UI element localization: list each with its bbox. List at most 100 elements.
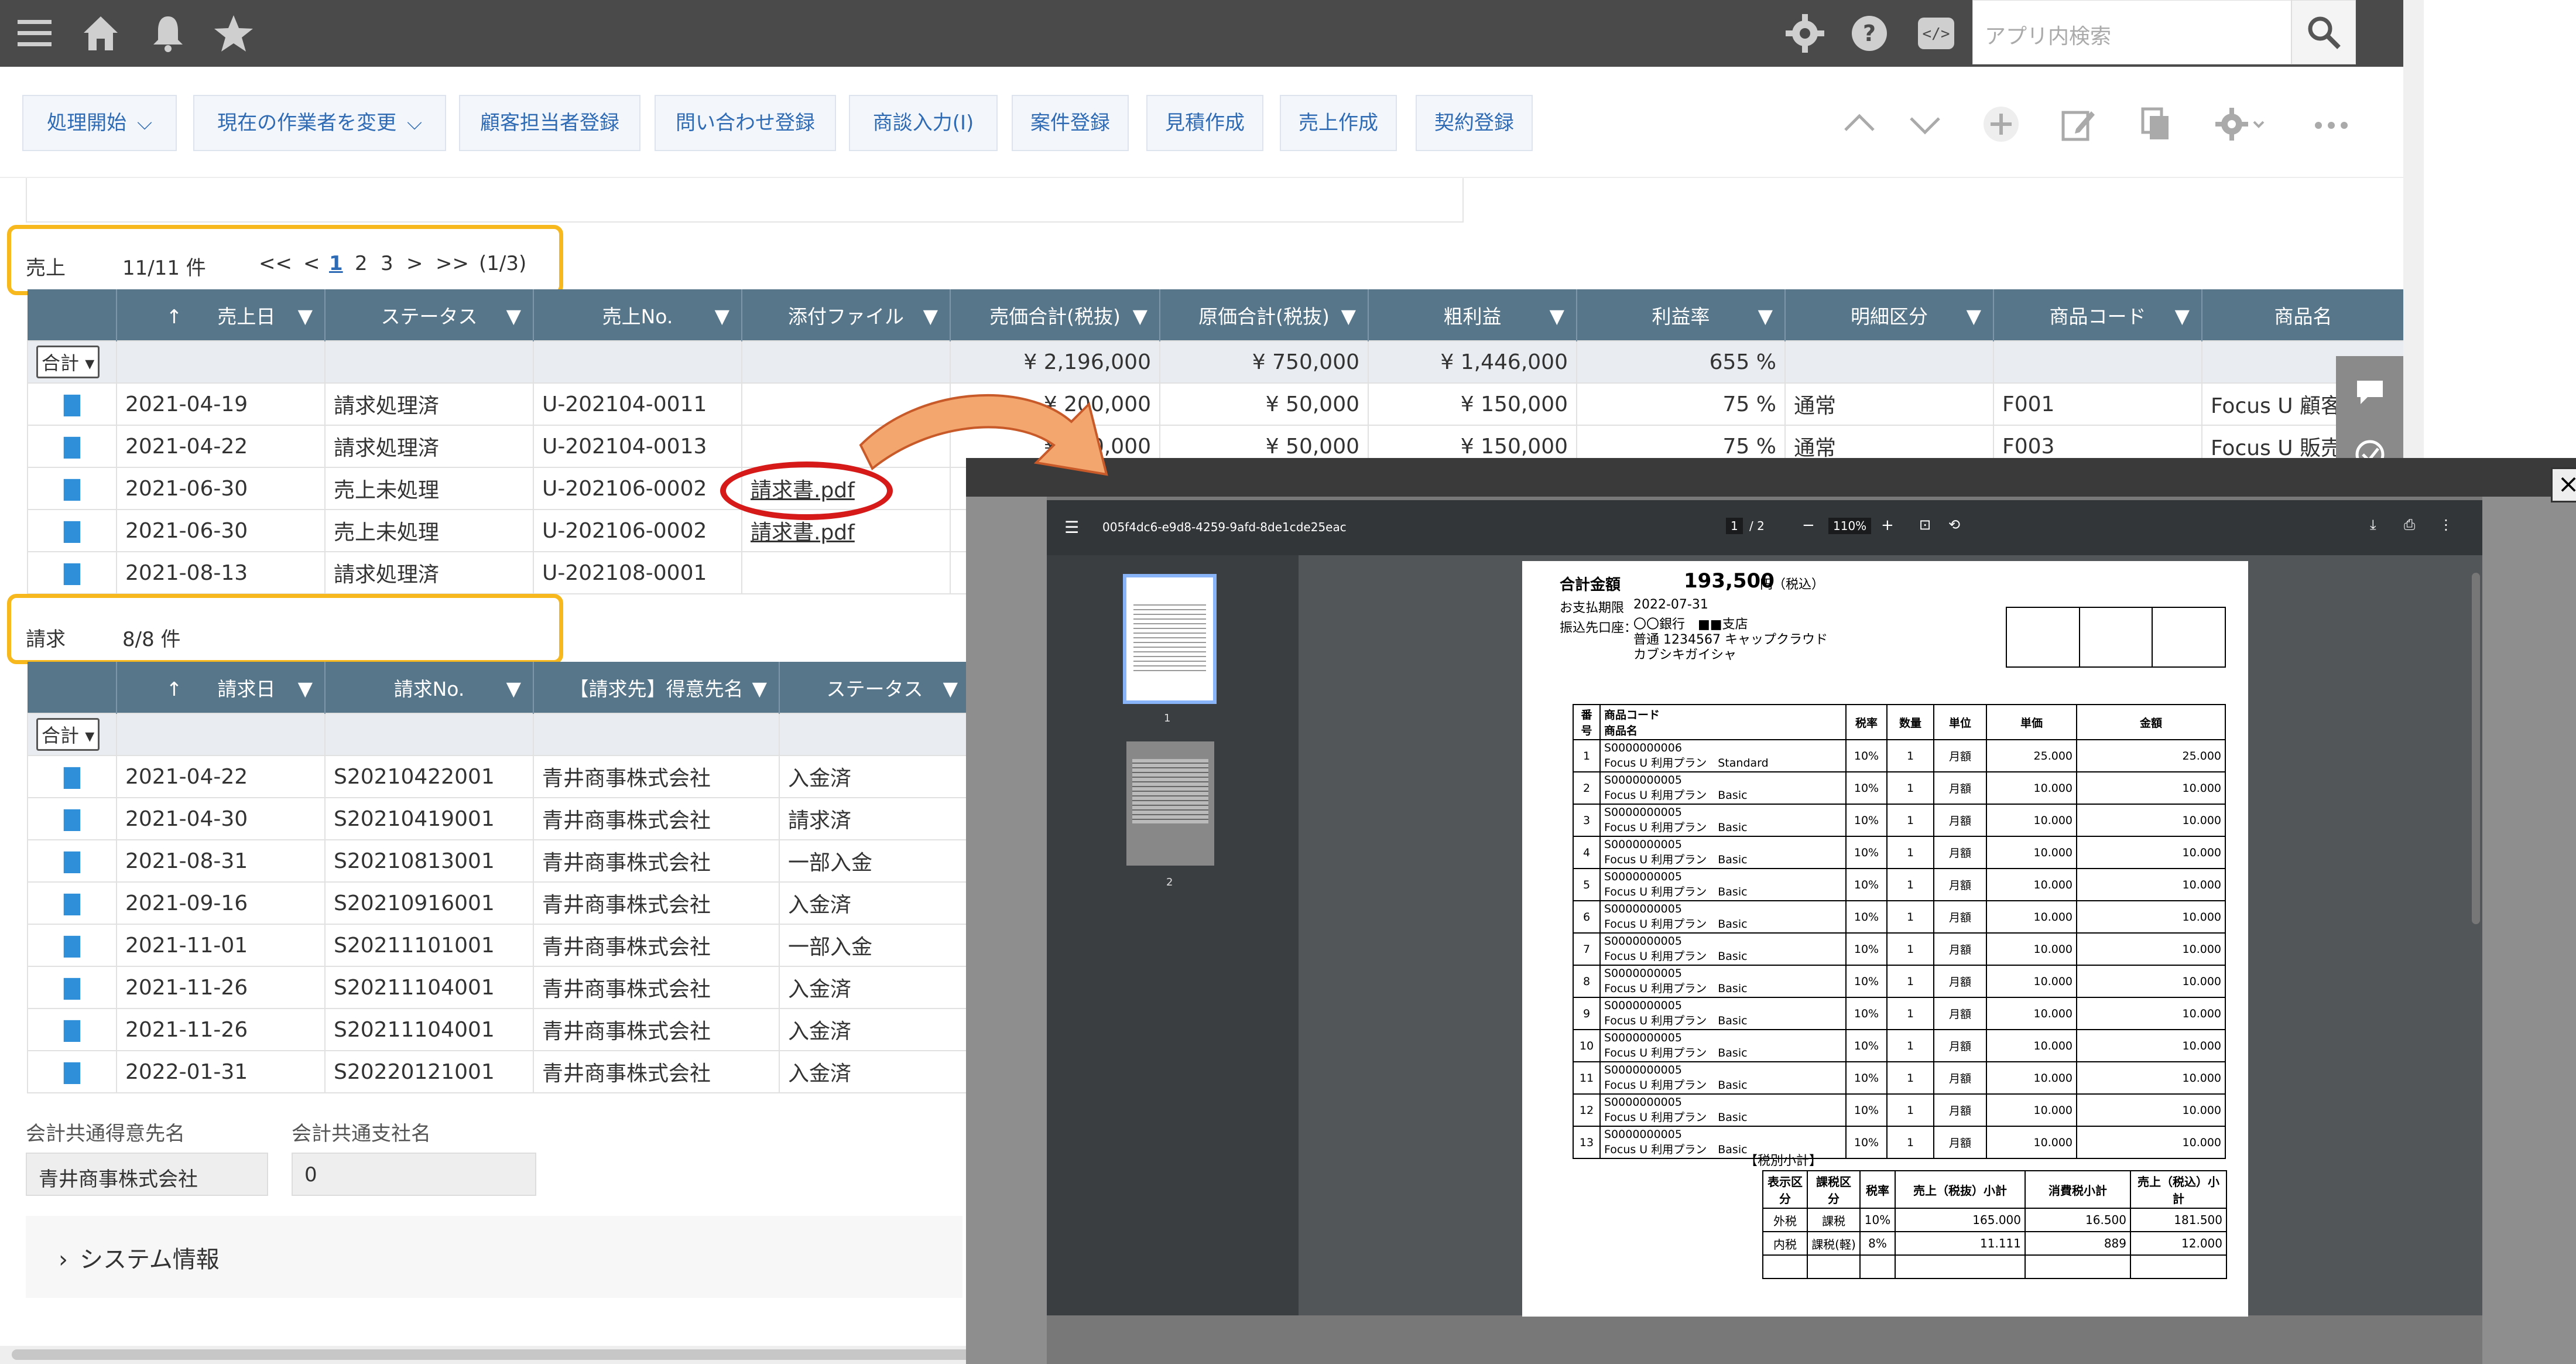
col-sales-date[interactable]: ↑ 売上日 ▼: [117, 289, 326, 341]
filter-icon[interactable]: ▼: [2175, 305, 2190, 327]
document-icon[interactable]: ▇: [27, 797, 117, 840]
gear-icon[interactable]: [1783, 12, 1827, 55]
register-inquiry-button[interactable]: 問い合わせ登録: [655, 95, 836, 151]
create-sales-button[interactable]: 売上作成: [1280, 95, 1397, 151]
col-price-total[interactable]: 売価合計(税抜) ▼: [950, 289, 1160, 341]
document-icon[interactable]: ▇: [27, 551, 117, 594]
table-row[interactable]: ▇ 2021-04-22 S20210422001 青井商事株式会社 入金済: [27, 755, 971, 798]
zoom-out-icon[interactable]: −: [1802, 517, 1815, 534]
edit-icon[interactable]: [2060, 105, 2097, 143]
filter-icon[interactable]: ▼: [1967, 305, 1981, 327]
col-customer[interactable]: 【請求先】得意先名 ▼: [533, 662, 780, 713]
document-icon[interactable]: ▇: [27, 966, 117, 1009]
document-icon[interactable]: ▇: [27, 509, 117, 552]
filter-icon[interactable]: ▼: [715, 305, 729, 327]
table-row[interactable]: ▇ 2021-04-19 請求処理済 U-202104-0011 ¥ 200,000…: [27, 382, 2403, 426]
col-attachment[interactable]: 添付ファイル ▼: [742, 289, 951, 341]
line-code: S0000000005: [1604, 1096, 1682, 1109]
bell-icon[interactable]: [146, 12, 190, 55]
line-amount: 10.000: [2076, 868, 2226, 901]
table-row[interactable]: ▇ 2021-11-26 S20211104001 青井商事株式会社 入金済: [27, 966, 971, 1009]
table-row[interactable]: ▇ 2021-04-30 S20210419001 青井商事株式会社 請求済: [27, 797, 971, 840]
create-estimate-button[interactable]: 見積作成: [1146, 95, 1263, 151]
rotate-icon[interactable]: ⟲: [1948, 517, 1960, 533]
customer-field-label: 会計共通得意先名: [26, 1122, 185, 1146]
line-code: S0000000005: [1604, 935, 1682, 948]
col-gross-profit[interactable]: 粗利益 ▼: [1368, 289, 1577, 341]
table-row[interactable]: ▇ 2021-11-01 S20211101001 青井商事株式会社 一部入金: [27, 924, 971, 967]
more-icon[interactable]: [2313, 105, 2350, 143]
settings-dropdown-icon[interactable]: [2214, 105, 2273, 143]
line-no: 7: [1573, 932, 1601, 966]
sum-select[interactable]: 合計 ▾: [36, 346, 100, 378]
col-status[interactable]: ステータス ▼: [325, 289, 534, 341]
sum-select[interactable]: 合計 ▾: [36, 718, 100, 751]
start-process-button[interactable]: 処理開始 ⌵: [22, 95, 177, 151]
copy-icon[interactable]: [2137, 105, 2174, 143]
filter-icon[interactable]: ▼: [298, 305, 313, 327]
col-profit-rate[interactable]: 利益率 ▼: [1577, 289, 1786, 341]
fit-page-icon[interactable]: ⊡: [1919, 517, 1931, 533]
table-row[interactable]: ▇ 2021-09-16 S20210916001 青井商事株式会社 入金済: [27, 881, 971, 925]
col-detail-type[interactable]: 明細区分 ▼: [1785, 289, 1994, 341]
table-row[interactable]: ▇ 2021-08-31 S20210813001 青井商事株式会社 一部入金: [27, 839, 971, 883]
more-options-icon[interactable]: ⋮: [2439, 517, 2453, 533]
document-icon[interactable]: ▇: [27, 382, 117, 426]
col-invoice-no[interactable]: 請求No. ▼: [325, 662, 534, 713]
help-icon[interactable]: ?: [1848, 12, 1891, 55]
col-product-name[interactable]: 商品名: [2202, 289, 2403, 341]
download-icon[interactable]: ⤓: [2370, 517, 2376, 533]
attachment-link[interactable]: 請求書.pdf: [751, 521, 855, 545]
col-sales-no[interactable]: 売上No. ▼: [533, 289, 742, 341]
enter-negotiation-button[interactable]: 商談入力(I): [849, 95, 998, 151]
pdf-thumbnail-2[interactable]: [1126, 741, 1214, 866]
document-icon[interactable]: ▇: [27, 881, 117, 925]
document-icon[interactable]: ▇: [27, 1050, 117, 1093]
document-icon[interactable]: ▇: [27, 924, 117, 967]
close-icon[interactable]: ×: [2551, 467, 2576, 502]
table-row[interactable]: ▇ 2022-01-31 S20220121001 青井商事株式会社 入金済: [27, 1050, 971, 1093]
system-info-toggle[interactable]: › システム情報: [26, 1216, 962, 1298]
col-invoice-date[interactable]: ↑ 請求日 ▼: [117, 662, 326, 713]
register-contract-button[interactable]: 契約登録: [1416, 95, 1533, 151]
filter-icon[interactable]: ▼: [1758, 305, 1773, 327]
col-invoice-status[interactable]: ステータス ▼: [779, 662, 971, 713]
filter-icon[interactable]: ▼: [943, 677, 958, 700]
col-product-code[interactable]: 商品コード ▼: [1993, 289, 2202, 341]
filter-icon[interactable]: ▼: [923, 305, 938, 327]
filter-icon[interactable]: ▼: [506, 305, 521, 327]
search-input[interactable]: アプリ内検索: [1972, 0, 2291, 64]
filter-icon[interactable]: ▼: [1550, 305, 1564, 327]
chevron-down-icon[interactable]: [1906, 105, 1944, 143]
document-icon[interactable]: ▇: [27, 1008, 117, 1051]
document-icon[interactable]: ▇: [27, 755, 117, 798]
home-icon[interactable]: [79, 12, 122, 55]
zoom-in-icon[interactable]: +: [1881, 517, 1894, 534]
chevron-up-icon[interactable]: [1841, 105, 1878, 143]
table-row[interactable]: ▇ 2021-11-26 S20211104001 青井商事株式会社 入金済: [27, 1008, 971, 1051]
pdf-scrollbar[interactable]: [2472, 573, 2480, 924]
filter-icon[interactable]: ▼: [506, 677, 521, 700]
filter-icon[interactable]: ▼: [752, 677, 767, 700]
search-button[interactable]: [2291, 0, 2356, 64]
print-icon[interactable]: ⎙: [2404, 517, 2415, 533]
chat-icon[interactable]: [2354, 377, 2386, 406]
filter-icon[interactable]: ▼: [1133, 305, 1147, 327]
hamburger-menu-icon[interactable]: [13, 12, 56, 55]
document-icon[interactable]: ▇: [27, 425, 117, 468]
filter-icon[interactable]: ▼: [1341, 305, 1356, 327]
change-worker-button[interactable]: 現在の作業者を変更 ⌵: [193, 95, 446, 151]
add-icon[interactable]: [1982, 105, 2020, 143]
line-code: S0000000005: [1604, 870, 1682, 883]
code-icon[interactable]: </>: [1914, 12, 1958, 55]
col-cost-total[interactable]: 原価合計(税抜) ▼: [1160, 289, 1369, 341]
document-icon[interactable]: ▇: [27, 467, 117, 510]
document-icon[interactable]: ▇: [27, 839, 117, 883]
pdf-thumbnail-1[interactable]: [1123, 574, 1217, 704]
pdf-page-input[interactable]: 1: [1726, 518, 1743, 534]
filter-icon[interactable]: ▼: [298, 677, 313, 700]
star-icon[interactable]: [212, 12, 255, 55]
pdf-zoom-input[interactable]: 110%: [1828, 518, 1872, 534]
register-contact-button[interactable]: 顧客担当者登録: [459, 95, 640, 151]
register-project-button[interactable]: 案件登録: [1012, 95, 1129, 151]
